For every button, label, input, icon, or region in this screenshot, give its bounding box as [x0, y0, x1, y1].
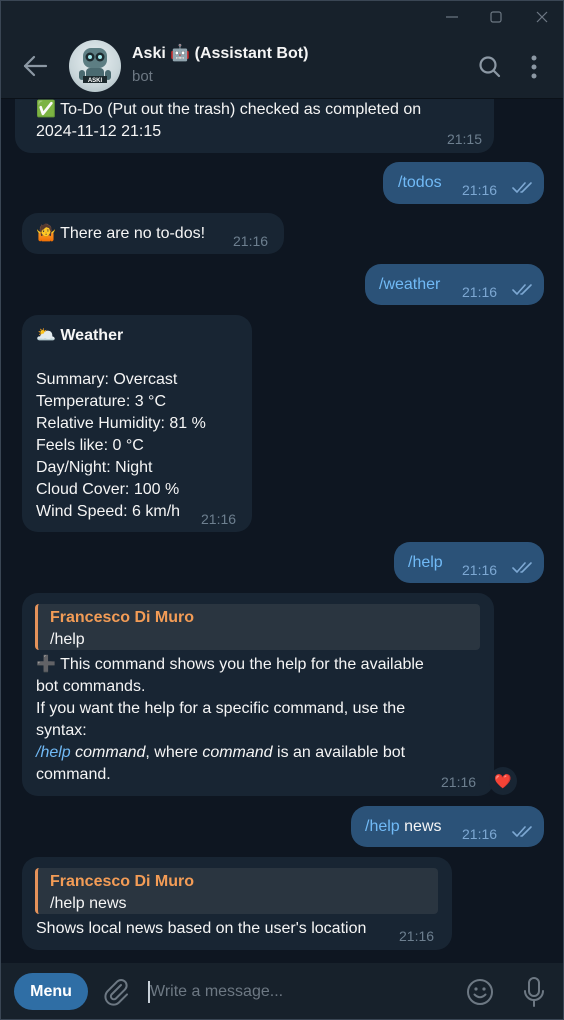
back-button[interactable]: [21, 53, 49, 79]
message-outgoing[interactable]: /todos 21:16: [383, 162, 544, 204]
bot-command-link[interactable]: /help: [365, 818, 400, 835]
reaction-heart[interactable]: ❤️: [489, 767, 517, 795]
message-list[interactable]: ✅ To-Do (Put out the trash) checked as c…: [1, 99, 563, 963]
chat-subtitle: bot: [132, 68, 153, 85]
weather-summary: Summary: Overcast: [36, 371, 178, 388]
chat-header: ASKI Aski 🤖 (Assistant Bot) bot: [1, 33, 563, 99]
robot-avatar-image: ASKI: [79, 48, 111, 84]
message-incoming[interactable]: ✅ To-Do (Put out the trash) checked as c…: [15, 99, 494, 153]
message-time: 21:16: [399, 928, 435, 944]
message-text: 🤷 There are no to-dos!: [36, 225, 206, 242]
syntax-argument: command: [202, 744, 273, 761]
message-text: syntax:: [36, 722, 87, 739]
reply-quote[interactable]: Francesco Di Muro /help news: [35, 868, 438, 914]
syntax-line: /help command, where command is an avail…: [36, 742, 405, 764]
weather-wind-speed: Wind Speed: 6 km/h: [36, 503, 181, 520]
reply-quote-text: /help: [50, 631, 85, 648]
title-bar: [1, 1, 563, 33]
chat-title[interactable]: Aski 🤖 (Assistant Bot): [132, 43, 308, 63]
message-input[interactable]: [150, 977, 440, 1007]
more-options-button[interactable]: [523, 53, 545, 81]
weather-message[interactable]: 🌥️ Weather Summary: Overcast Temperature…: [22, 315, 252, 532]
syntax-text: is an available bot: [272, 744, 406, 761]
reply-quote[interactable]: Francesco Di Muro /help: [35, 604, 480, 650]
weather-feels-like: Feels like: 0 °C: [36, 437, 144, 454]
reply-quote-text: /help news: [50, 895, 127, 912]
syntax-argument: command: [75, 744, 146, 761]
message-incoming[interactable]: 🤷 There are no to-dos! 21:16: [22, 213, 284, 254]
minimize-button[interactable]: [429, 1, 475, 33]
command-argument: news: [399, 818, 442, 835]
paperclip-icon: [104, 979, 128, 1006]
message-text: ➕ This command shows you the help for th…: [36, 656, 424, 673]
message-text: command.: [36, 766, 111, 783]
double-check-icon: [512, 182, 532, 193]
message-text: /help news: [365, 816, 442, 838]
double-check-icon: [512, 284, 532, 295]
svg-text:ASKI: ASKI: [88, 78, 103, 84]
smiley-icon: [467, 979, 493, 1005]
bot-command-link[interactable]: /todos: [398, 172, 442, 194]
bot-menu-button[interactable]: Menu: [14, 973, 88, 1010]
weather-cloud-cover: Cloud Cover: 100 %: [36, 481, 180, 498]
message-text: Shows local news based on the user's loc…: [36, 920, 367, 937]
telegram-window: ASKI Aski 🤖 (Assistant Bot) bot ✅ To-Do …: [0, 0, 564, 1020]
reply-quote-author: Francesco Di Muro: [50, 873, 195, 890]
message-time: 21:16: [233, 233, 269, 249]
message-text: ✅ To-Do (Put out the trash) checked as c…: [36, 101, 422, 118]
message-time: 21:16: [462, 182, 498, 198]
message-outgoing[interactable]: /help news 21:16: [351, 806, 544, 847]
message-outgoing[interactable]: /weather 21:16: [365, 264, 544, 305]
weather-title: 🌥️ Weather: [36, 327, 124, 344]
news-help-message[interactable]: Francesco Di Muro /help news Shows local…: [22, 857, 452, 950]
double-check-icon: [512, 562, 532, 573]
message-composer: Menu: [1, 963, 563, 1019]
syntax-text: , where: [145, 744, 203, 761]
reply-quote-author: Francesco Di Muro: [50, 609, 195, 626]
maximize-button[interactable]: [473, 1, 519, 33]
microphone-icon: [524, 977, 544, 1007]
message-time: 21:16: [462, 826, 498, 842]
double-check-icon: [512, 826, 532, 837]
message-text: If you want the help for a specific comm…: [36, 700, 406, 717]
more-vertical-icon: [531, 55, 537, 79]
message-time: 21:15: [446, 131, 482, 147]
weather-temperature: Temperature: 3 °C: [36, 393, 167, 410]
message-time: 21:16: [201, 511, 237, 527]
weather-day-night: Day/Night: Night: [36, 459, 153, 476]
help-message[interactable]: Francesco Di Muro /help ➕ This command s…: [22, 593, 517, 796]
message-outgoing[interactable]: /help 21:16: [394, 542, 544, 583]
bot-command-link[interactable]: /help: [408, 552, 443, 574]
close-window-button[interactable]: [519, 1, 563, 33]
attach-button[interactable]: [102, 977, 130, 1007]
search-button[interactable]: [477, 54, 503, 80]
close-icon: [536, 11, 548, 23]
search-icon: [479, 56, 501, 78]
message-text: 2024-11-12 21:15: [36, 123, 162, 140]
message-time: 21:16: [441, 774, 477, 790]
minimize-icon: [446, 16, 458, 18]
maximize-icon: [490, 11, 502, 23]
heart-icon: ❤️: [494, 773, 512, 789]
emoji-button[interactable]: [465, 977, 495, 1007]
help-command-link[interactable]: /help: [36, 744, 71, 761]
weather-humidity: Relative Humidity: 81 %: [36, 415, 206, 432]
message-time: 21:16: [462, 562, 498, 578]
bot-command-link[interactable]: /weather: [379, 274, 440, 296]
bot-avatar[interactable]: ASKI: [69, 40, 121, 92]
message-time: 21:16: [462, 284, 498, 300]
arrow-left-icon: [23, 55, 48, 77]
message-text: bot commands.: [36, 678, 146, 695]
voice-message-button[interactable]: [521, 975, 547, 1009]
